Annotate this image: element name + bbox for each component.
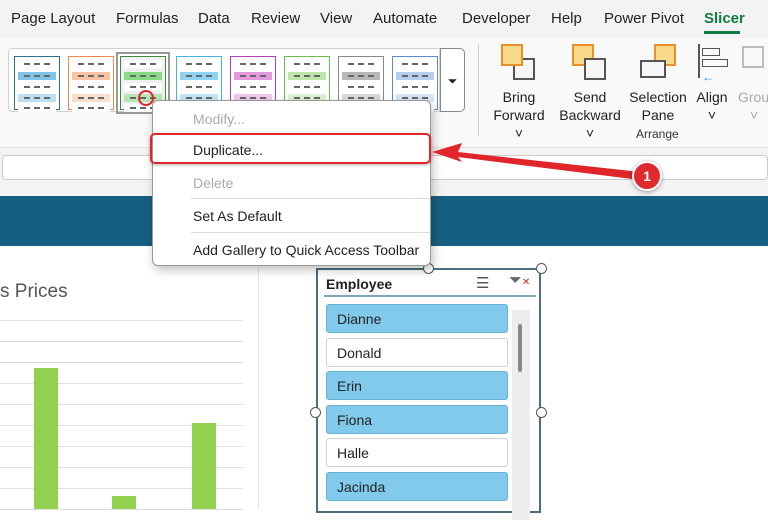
annotation-arrow xyxy=(432,143,640,180)
step-badge: 1 xyxy=(632,161,662,191)
arrow-shape xyxy=(432,143,640,180)
gridline xyxy=(0,509,243,510)
